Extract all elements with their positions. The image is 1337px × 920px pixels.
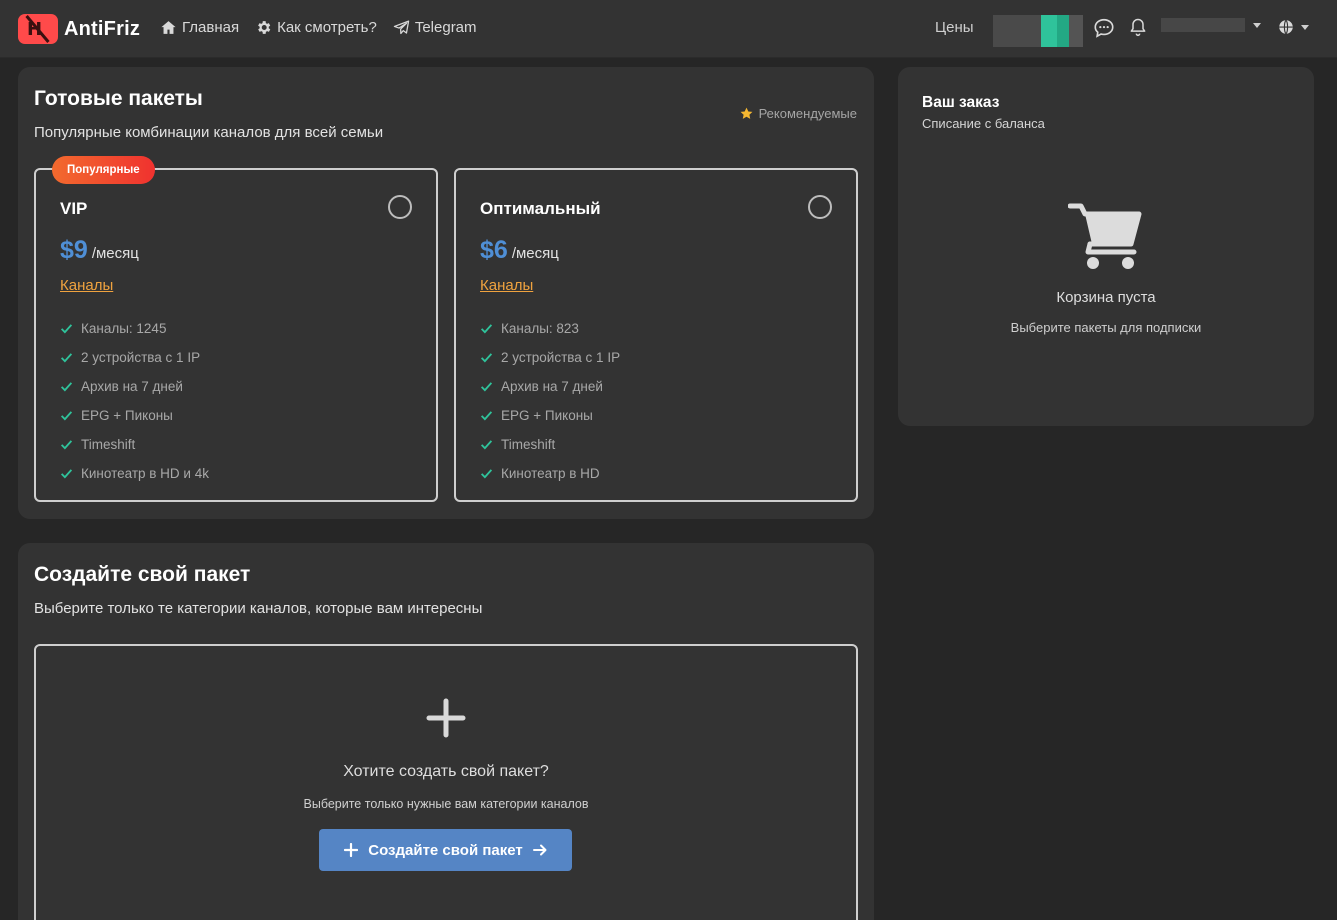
order-title: Ваш заказ	[922, 94, 1000, 111]
order-subtitle: Списание с баланса	[922, 116, 1045, 131]
price-value: $9	[60, 236, 88, 264]
feature-item: Timeshift	[60, 430, 209, 459]
cart-icon	[1068, 203, 1142, 269]
brand-logo[interactable]: H AntiFriz	[18, 14, 140, 44]
globe-icon	[1279, 19, 1293, 35]
feature-item: EPG + Пиконы	[60, 401, 209, 430]
package-price: $9 /месяц	[60, 236, 139, 265]
package-card-optimal[interactable]: Оптимальный $6 /месяц Каналы Каналы: 823…	[454, 168, 858, 502]
feature-item: EPG + Пиконы	[480, 401, 620, 430]
package-select-radio[interactable]	[388, 195, 412, 219]
package-card-vip[interactable]: Популярные VIP $9 /месяц Каналы Каналы: …	[34, 156, 438, 502]
ready-packages-subtitle: Популярные комбинации каналов для всей с…	[34, 124, 384, 141]
check-icon	[480, 411, 493, 421]
feature-item: Архив на 7 дней	[60, 372, 209, 401]
create-package-button[interactable]: Создайте свой пакет	[319, 829, 572, 871]
user-menu-redacted[interactable]	[1161, 18, 1261, 32]
nav-telegram[interactable]: Telegram	[393, 19, 477, 36]
balance-widget-redacted[interactable]	[993, 15, 1083, 47]
nav-home-label: Главная	[182, 19, 240, 36]
arrow-right-icon	[532, 844, 547, 856]
star-icon	[740, 107, 753, 119]
check-icon	[480, 324, 493, 334]
recommended-label: Рекомендуемые	[758, 106, 857, 121]
custom-package-card: Создайте свой пакет Выберите только те к…	[18, 543, 874, 920]
logo-icon: H	[18, 14, 58, 44]
feature-item: Кинотеатр в HD	[480, 459, 620, 488]
nav-how-to-watch-label: Как смотреть?	[277, 19, 377, 36]
nav-prices[interactable]: Цены	[935, 19, 974, 36]
gear-icon	[258, 21, 271, 34]
feature-item: Timeshift	[480, 430, 620, 459]
custom-package-question: Хотите создать свой пакет?	[343, 763, 549, 780]
chevron-down-icon	[1301, 24, 1309, 30]
cart-empty-title: Корзина пуста	[1056, 289, 1156, 306]
channels-link[interactable]: Каналы	[60, 277, 113, 294]
check-icon	[60, 324, 73, 334]
nav-telegram-label: Telegram	[414, 19, 477, 36]
recommended-filter[interactable]: Рекомендуемые	[739, 106, 857, 121]
nav-home[interactable]: Главная	[160, 19, 239, 36]
package-name: VIP	[60, 199, 88, 218]
feature-item: Каналы: 1245	[60, 314, 209, 343]
brand-name: AntiFriz	[64, 17, 141, 40]
language-switcher[interactable]	[1277, 18, 1309, 36]
ready-packages-card: Готовые пакеты Популярные комбинации кан…	[18, 67, 874, 519]
ready-packages-title: Готовые пакеты	[34, 87, 203, 110]
custom-package-hint: Выберите только нужные вам категории кан…	[303, 797, 589, 811]
check-icon	[480, 382, 493, 392]
feature-item: Каналы: 823	[480, 314, 620, 343]
channels-link[interactable]: Каналы	[480, 277, 533, 294]
feature-list: Каналы: 823 2 устройства с 1 IP Архив на…	[480, 314, 620, 488]
price-value: $6	[480, 236, 508, 264]
check-icon	[60, 440, 73, 450]
custom-package-box: Хотите создать свой пакет? Выберите толь…	[34, 644, 858, 920]
create-package-label: Создайте свой пакет	[368, 841, 523, 859]
check-icon	[60, 469, 73, 479]
popular-badge: Популярные	[52, 156, 155, 184]
package-price: $6 /месяц	[480, 236, 559, 265]
price-period: /месяц	[511, 245, 559, 262]
check-icon	[480, 440, 493, 450]
home-icon	[161, 21, 176, 34]
check-icon	[60, 411, 73, 421]
package-name: Оптимальный	[480, 199, 601, 218]
nav-how-to-watch[interactable]: Как смотреть?	[255, 19, 377, 36]
cart-empty-hint: Выберите пакеты для подписки	[1010, 320, 1202, 335]
order-card: Ваш заказ Списание с баланса Корзина пус…	[898, 67, 1314, 426]
check-icon	[480, 469, 493, 479]
main-nav: Главная Как смотреть? Telegram	[160, 19, 477, 36]
bell-icon[interactable]	[1128, 16, 1148, 38]
plus-icon	[426, 698, 466, 738]
feature-list: Каналы: 1245 2 устройства с 1 IP Архив н…	[60, 314, 209, 488]
telegram-icon	[393, 20, 410, 35]
custom-package-subtitle: Выберите только те категории каналов, ко…	[34, 600, 483, 617]
chevron-down-icon	[1253, 22, 1261, 28]
feature-item: Кинотеатр в HD и 4k	[60, 459, 209, 488]
plus-icon	[344, 843, 359, 857]
top-navbar: H AntiFriz Главная Как смотреть? Telegra…	[0, 0, 1337, 58]
custom-package-title: Создайте свой пакет	[34, 563, 251, 586]
check-icon	[60, 353, 73, 363]
check-icon	[480, 353, 493, 363]
chat-icon[interactable]	[1093, 17, 1115, 39]
check-icon	[60, 382, 73, 392]
feature-item: 2 устройства с 1 IP	[60, 343, 209, 372]
feature-item: Архив на 7 дней	[480, 372, 620, 401]
package-select-radio[interactable]	[808, 195, 832, 219]
feature-item: 2 устройства с 1 IP	[480, 343, 620, 372]
price-period: /месяц	[91, 245, 139, 262]
